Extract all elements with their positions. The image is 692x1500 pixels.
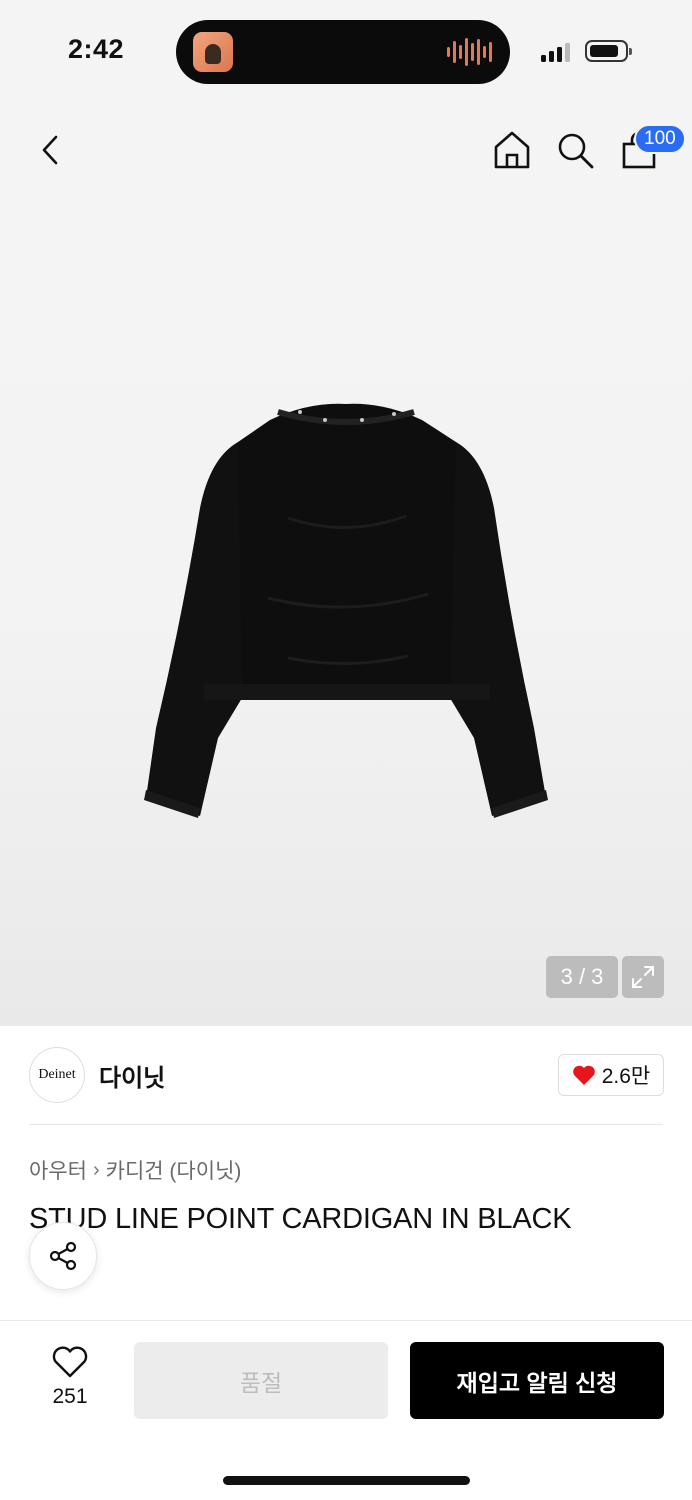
back-icon: [42, 135, 58, 165]
divider: [29, 1124, 663, 1125]
home-indicator: [223, 1476, 470, 1485]
bottom-action-bar: 251 품절 재입고 알림 신청: [0, 1320, 692, 1500]
image-counter: 3 / 3: [546, 956, 618, 998]
product-title: STUD LINE POINT CARDIGAN IN BLACK: [29, 1203, 572, 1235]
wishlist-button[interactable]: 251: [40, 1345, 100, 1409]
battery-icon: [585, 40, 632, 62]
expand-image-button[interactable]: [622, 956, 664, 998]
product-photo[interactable]: [138, 398, 554, 822]
brand-logo[interactable]: Deinet: [29, 1047, 85, 1103]
breadcrumb-item-outer[interactable]: 아우터: [29, 1155, 87, 1185]
home-icon: [494, 131, 530, 169]
share-icon: [49, 1241, 77, 1271]
breadcrumb-item-cardigan[interactable]: 카디건 (다이닛): [106, 1155, 242, 1185]
dynamic-island[interactable]: [176, 20, 510, 84]
status-time: 2:42: [68, 34, 125, 64]
expand-icon: [632, 966, 654, 988]
back-button[interactable]: [30, 128, 74, 172]
cart-count-badge: 100: [634, 124, 686, 154]
wishlist-count: 251: [52, 1385, 88, 1408]
share-button[interactable]: [29, 1222, 97, 1290]
heart-icon: [52, 1346, 88, 1378]
brand-like-count: 2.6만: [601, 1065, 651, 1088]
audio-wave-icon: [447, 37, 492, 67]
brand-name[interactable]: 다이닛: [99, 1058, 165, 1093]
chevron-right-icon: ›: [92, 1158, 100, 1181]
heart-filled-icon: [572, 1065, 595, 1085]
cellular-signal-icon: [541, 42, 570, 62]
soldout-button: 품절: [134, 1342, 388, 1419]
search-icon: [558, 133, 594, 169]
breadcrumb: 아우터 › 카디건 (다이닛): [29, 1155, 241, 1185]
restock-alert-button[interactable]: 재입고 알림 신청: [410, 1342, 664, 1419]
home-button[interactable]: [490, 128, 534, 172]
now-playing-thumbnail: [193, 32, 233, 72]
brand-like-button[interactable]: 2.6만: [558, 1054, 664, 1096]
search-button[interactable]: [553, 128, 597, 172]
